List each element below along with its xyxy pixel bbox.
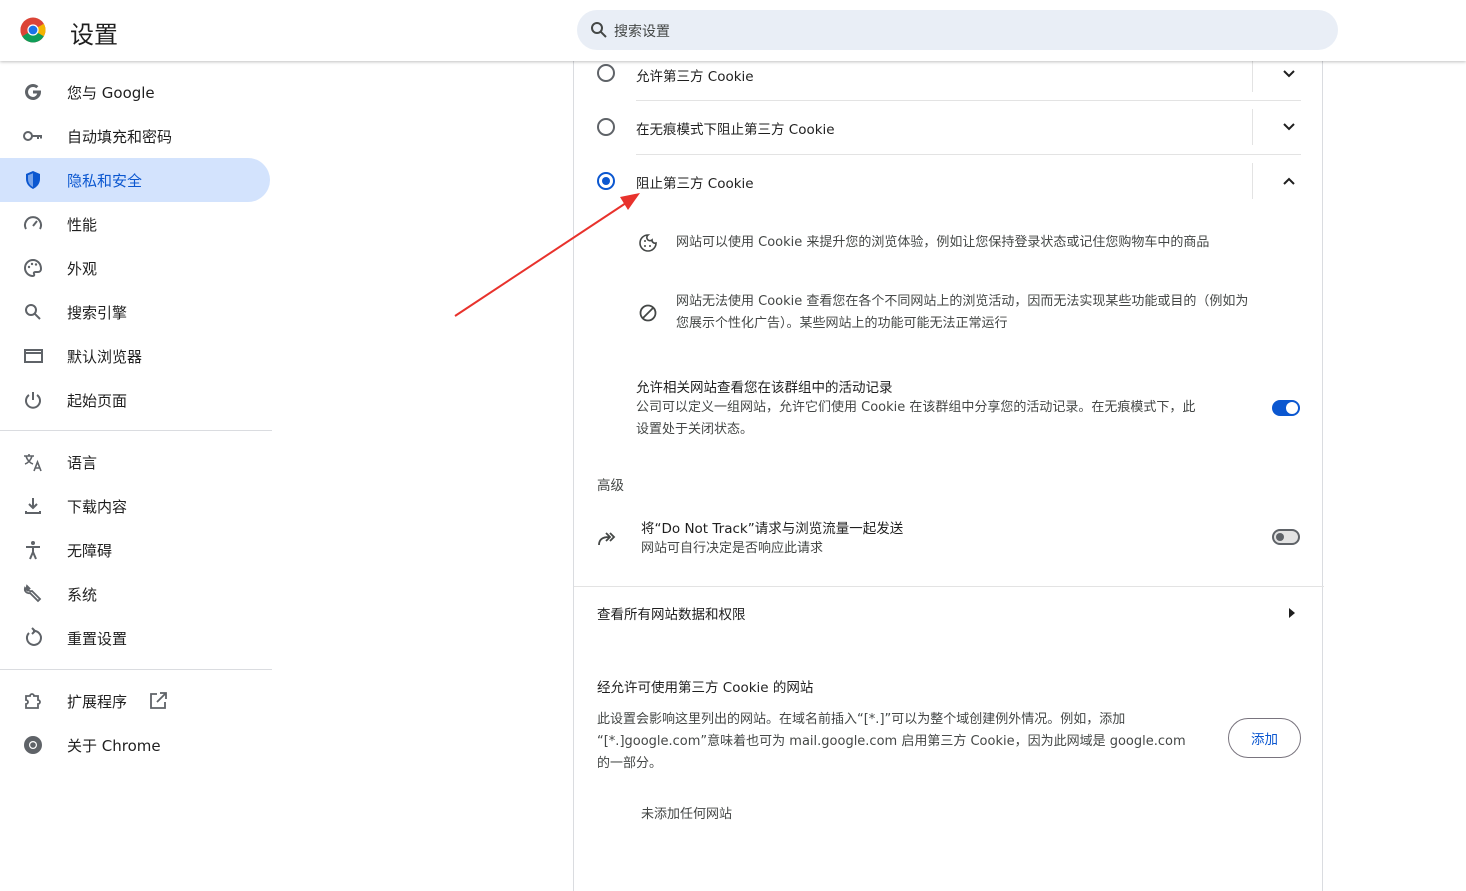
- google-g-icon: [25, 84, 41, 101]
- sidebar-item-extensions[interactable]: 扩展程序: [0, 679, 270, 723]
- browser-window-icon: [24, 349, 43, 363]
- block-detail-line2: 您展示个性化广告）。某些网站上的功能可能无法正常运行: [676, 316, 1008, 331]
- sidebar-item-about-chrome[interactable]: 关于 Chrome: [0, 723, 270, 767]
- cookie-detail-text: 网站可以使用 Cookie 来提升您的浏览体验，例如让您保持登录状态或记住您购物…: [676, 235, 1210, 250]
- download-icon: [25, 498, 41, 514]
- separator: [1252, 56, 1253, 92]
- allowed-sites-desc-line2: “[*.]google.com”意味着也可为 mail.google.com 启…: [597, 734, 1186, 749]
- dnt-toggle[interactable]: [1272, 529, 1300, 545]
- search-icon: [25, 304, 41, 320]
- related-sites-desc-line2: 设置处于关闭状态。: [636, 422, 754, 437]
- allowed-sites-desc-line3: 的一部分。: [597, 756, 663, 771]
- speedometer-icon: [24, 216, 42, 230]
- search-icon: [591, 22, 607, 38]
- page-title: 设置: [70, 21, 118, 49]
- chrome-icon: [24, 736, 42, 754]
- advanced-heading: 高级: [597, 478, 624, 494]
- radio-button-selected[interactable]: [597, 172, 615, 190]
- related-sites-title: 允许相关网站查看您在该群组中的活动记录: [636, 380, 893, 396]
- radio-button[interactable]: [597, 118, 615, 136]
- block-icon: [639, 304, 657, 322]
- chevron-up-icon[interactable]: [1281, 173, 1297, 189]
- sidebar-item-autofill[interactable]: 自动填充和密码: [0, 114, 270, 158]
- add-site-button[interactable]: 添加: [1228, 718, 1301, 758]
- block-detail-line1: 网站无法使用 Cookie 查看您在各个不同网站上的浏览活动，因而无法实现某些功…: [676, 294, 1249, 309]
- settings-card: 允许第三方 Cookie 在无痕模式下阻止第三方 Cookie 阻止第三方 Co…: [573, 0, 1324, 891]
- cookie-option-block-third-party[interactable]: 阻止第三方 Cookie: [574, 163, 1324, 203]
- sidebar-item-privacy[interactable]: 隐私和安全: [0, 158, 270, 202]
- separator: [1252, 163, 1253, 199]
- sidebar-item-downloads[interactable]: 下载内容: [0, 484, 270, 528]
- search-input[interactable]: 搜索设置: [614, 21, 670, 41]
- sidebar-divider: [0, 430, 272, 431]
- related-sites-toggle[interactable]: [1272, 400, 1300, 416]
- accessibility-icon: [26, 541, 40, 560]
- all-site-data-link[interactable]: 查看所有网站数据和权限: [574, 592, 1324, 634]
- separator: [574, 586, 1324, 587]
- radio-button[interactable]: [597, 64, 615, 82]
- sidebar-item-performance[interactable]: 性能: [0, 202, 270, 246]
- sidebar-item-accessibility[interactable]: 无障碍: [0, 528, 270, 572]
- do-not-track-icon: [598, 532, 616, 546]
- cookie-option-allow[interactable]: 允许第三方 Cookie: [574, 56, 1324, 96]
- sidebar-item-on-startup[interactable]: 起始页面: [0, 378, 270, 422]
- sidebar-item-languages[interactable]: 语言: [0, 440, 270, 484]
- power-icon: [25, 392, 41, 409]
- dnt-desc: 网站可自行决定是否响应此请求: [641, 541, 824, 556]
- sidebar-item-system[interactable]: 系统: [0, 572, 270, 616]
- key-icon: [23, 131, 42, 141]
- chevron-down-icon[interactable]: [1281, 119, 1297, 135]
- palette-icon: [24, 258, 43, 278]
- separator: [1252, 109, 1253, 145]
- translate-icon: [24, 454, 42, 472]
- puzzle-icon: [25, 693, 41, 709]
- chevron-down-icon[interactable]: [1281, 66, 1297, 82]
- separator: [636, 154, 1301, 155]
- empty-sites-text: 未添加任何网站: [641, 807, 733, 822]
- allowed-sites-heading: 经允许可使用第三方 Cookie 的网站: [597, 680, 814, 696]
- shield-icon: [26, 171, 40, 189]
- dnt-title: 将“Do Not Track”请求与浏览流量一起发送: [641, 521, 904, 537]
- sidebar: 您与 Google 自动填充和密码 隐私和安全 性能 外观 搜索引擎 默认浏览器…: [0, 62, 272, 891]
- sidebar-item-default-browser[interactable]: 默认浏览器: [0, 334, 270, 378]
- related-sites-desc-line1: 公司可以定义一组网站，允许它们使用 Cookie 在该群组中分享您的活动记录。在…: [636, 400, 1196, 415]
- search-bar[interactable]: 搜索设置: [577, 10, 1338, 50]
- sidebar-item-reset[interactable]: 重置设置: [0, 616, 270, 660]
- arrow-right-icon: [1289, 608, 1295, 618]
- sidebar-divider: [0, 669, 272, 670]
- top-bar: 设置 搜索设置: [0, 0, 1466, 61]
- chrome-logo-icon: [20, 17, 46, 43]
- sidebar-item-search-engine[interactable]: 搜索引擎: [0, 290, 270, 334]
- cookie-option-block-incognito[interactable]: 在无痕模式下阻止第三方 Cookie: [574, 109, 1324, 149]
- restore-icon: [26, 627, 42, 646]
- separator: [636, 100, 1301, 101]
- wrench-icon: [23, 584, 42, 603]
- external-link-icon: [150, 692, 167, 709]
- sidebar-item-appearance[interactable]: 外观: [0, 246, 270, 290]
- cookie-icon: [639, 234, 657, 252]
- sidebar-item-you-and-google[interactable]: 您与 Google: [0, 70, 270, 114]
- allowed-sites-desc-line1: 此设置会影响这里列出的网站。在域名前插入“[*.]”可以为整个域创建例外情况。例…: [597, 712, 1126, 727]
